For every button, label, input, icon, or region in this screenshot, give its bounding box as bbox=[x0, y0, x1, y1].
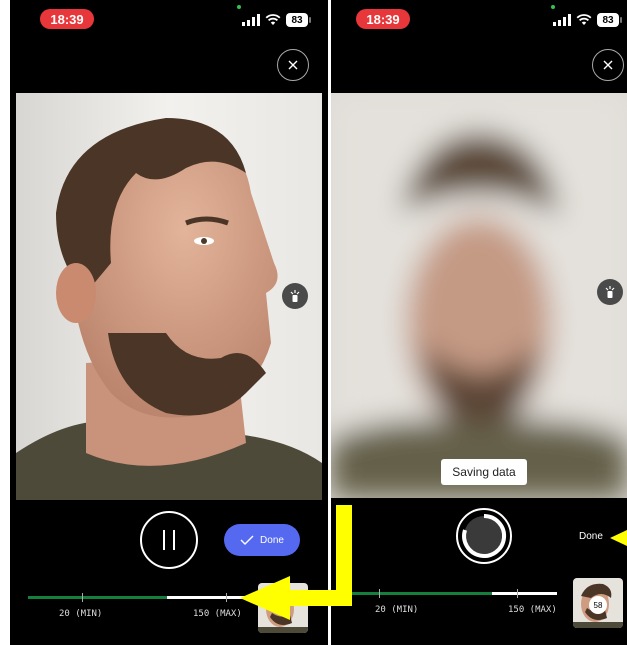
exposure-button[interactable] bbox=[597, 279, 623, 305]
max-label: 150 (MAX) bbox=[508, 605, 557, 615]
exposure-icon bbox=[605, 286, 615, 298]
battery-indicator: 83 bbox=[286, 13, 311, 27]
done-label: Done bbox=[260, 534, 284, 546]
done-button[interactable]: Done bbox=[579, 531, 603, 542]
camera-preview bbox=[16, 93, 322, 500]
exposure-icon bbox=[290, 290, 300, 302]
signal-icon bbox=[553, 14, 571, 26]
thumbnail-image bbox=[258, 583, 308, 633]
capture-progress-track bbox=[28, 593, 268, 602]
wifi-icon bbox=[265, 14, 281, 25]
blurred-face-photo bbox=[331, 93, 627, 498]
status-icons: 83 bbox=[553, 12, 622, 28]
saving-data-toast: Saving data bbox=[441, 459, 527, 485]
left-phone-screen: 18:39 83 Done 20 (MIN) 150 (MAX) bbox=[10, 0, 328, 645]
done-button[interactable]: Done bbox=[224, 524, 300, 556]
capture-thumbnail[interactable] bbox=[258, 583, 308, 633]
min-tick bbox=[379, 589, 380, 598]
exposure-button[interactable] bbox=[282, 283, 308, 309]
status-time: 18:39 bbox=[40, 9, 94, 29]
face-photo bbox=[16, 93, 322, 500]
saving-button bbox=[455, 507, 513, 565]
capture-progress-fill bbox=[339, 592, 492, 595]
camera-preview-blurred bbox=[331, 93, 627, 498]
min-tick bbox=[82, 593, 83, 602]
close-icon bbox=[603, 60, 613, 70]
status-icons: 83 bbox=[242, 12, 311, 28]
min-label: 20 (MIN) bbox=[375, 605, 419, 615]
max-label: 150 (MAX) bbox=[193, 609, 242, 619]
checkmark-icon bbox=[240, 535, 254, 545]
capture-progress-track bbox=[339, 589, 557, 598]
status-time: 18:39 bbox=[356, 9, 410, 29]
max-tick bbox=[517, 589, 518, 598]
loading-spinner-icon bbox=[456, 508, 512, 564]
wifi-icon bbox=[576, 14, 592, 25]
signal-icon bbox=[242, 14, 260, 26]
pause-icon bbox=[163, 530, 165, 550]
pause-button[interactable] bbox=[140, 511, 198, 569]
close-button[interactable] bbox=[277, 49, 309, 81]
capture-progress-fill bbox=[28, 596, 168, 599]
close-icon bbox=[288, 60, 298, 70]
close-button[interactable] bbox=[592, 49, 624, 81]
battery-indicator: 83 bbox=[597, 13, 622, 27]
privacy-indicator bbox=[237, 5, 241, 9]
min-label: 20 (MIN) bbox=[59, 609, 103, 619]
right-phone-screen: 18:39 83 Saving data Done 20 (MIN) 150 (… bbox=[331, 0, 627, 645]
capture-count-badge: 58 bbox=[589, 596, 607, 614]
privacy-indicator bbox=[551, 5, 555, 9]
max-tick bbox=[226, 593, 227, 602]
